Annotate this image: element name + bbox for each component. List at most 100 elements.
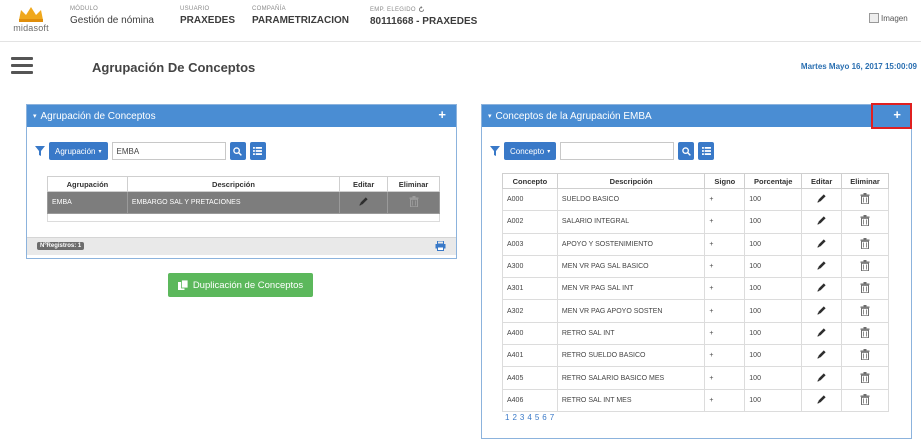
trash-icon[interactable] <box>860 193 870 205</box>
delete-cell <box>841 366 889 390</box>
page-link[interactable]: 1 <box>505 413 509 422</box>
pencil-icon[interactable] <box>816 349 827 360</box>
descripcion-cell: MEN VR PAG SAL INT <box>556 277 706 301</box>
concepto-filter-label: Concepto <box>510 146 545 156</box>
trash-icon[interactable] <box>860 304 870 316</box>
table-row[interactable]: A400 RETRO SAL INT +100 <box>502 321 889 346</box>
delete-cell <box>841 187 889 212</box>
empleado-label: EMP. ELEGIDO <box>370 6 416 13</box>
column-header[interactable]: Signo <box>704 173 746 189</box>
refresh-icon[interactable] <box>418 6 425 13</box>
trash-icon[interactable] <box>860 371 870 383</box>
pencil-icon[interactable] <box>816 282 827 293</box>
porcentaje-cell: 100 <box>744 321 803 346</box>
page-link[interactable]: 2 <box>512 413 516 422</box>
brand-name: midasoft <box>13 23 49 33</box>
table-row[interactable]: A302 MEN VR PAG APOYO SOSTEN +100 <box>502 299 889 323</box>
delete-cell <box>841 321 889 346</box>
edit-cell <box>801 187 843 212</box>
agrupacion-filter-dropdown[interactable]: Agrupación ▾ <box>49 142 108 160</box>
conceptos-panel-header[interactable]: ▾ Conceptos de la Agrupación EMBA + <box>482 105 911 127</box>
delete-cell <box>387 191 440 214</box>
agrupacion-search-button[interactable] <box>229 142 246 160</box>
column-header[interactable]: Descripción <box>556 173 706 189</box>
table-row-empty <box>47 213 440 222</box>
pencil-icon[interactable] <box>816 260 827 271</box>
agrupacion-panel-header[interactable]: ▾ Agrupación de Conceptos + <box>27 105 456 127</box>
dropdown-caret-icon: ▾ <box>547 148 551 155</box>
table-row[interactable]: A300 MEN VR PAG SAL BASICO +100 <box>502 254 889 279</box>
trash-icon[interactable] <box>860 260 870 272</box>
delete-cell <box>841 299 889 323</box>
pencil-icon[interactable] <box>816 327 827 338</box>
table-row[interactable]: A401 RETRO SUELDO BASICO +100 <box>502 344 889 368</box>
signo-cell: + <box>704 254 746 279</box>
hamburger-icon[interactable] <box>11 57 33 75</box>
page-link[interactable]: 4 <box>527 413 531 422</box>
pencil-icon[interactable] <box>816 193 827 204</box>
trash-icon[interactable] <box>860 282 870 294</box>
page-title: Agrupación De Conceptos <box>92 60 256 75</box>
porcentaje-cell: 100 <box>744 187 803 212</box>
descripcion-cell: APOYO Y SOSTENIMIENTO <box>556 232 706 256</box>
table-row[interactable]: A003 APOYO Y SOSTENIMIENTO +100 <box>502 232 889 256</box>
print-icon[interactable] <box>435 241 446 251</box>
trash-icon[interactable] <box>860 349 870 361</box>
column-header[interactable]: Descripción <box>126 176 341 192</box>
table-row[interactable]: A406 RETRO SAL INT MES +100 <box>502 388 889 412</box>
collapse-caret-icon[interactable]: ▾ <box>33 112 37 120</box>
concepto-cell: A301 <box>502 277 558 301</box>
trash-icon[interactable] <box>860 393 870 406</box>
edit-cell <box>339 191 389 214</box>
concepto-cell: A405 <box>502 366 558 390</box>
descripcion-cell: SALARIO INTEGRAL <box>556 210 706 234</box>
pencil-icon[interactable] <box>358 196 369 207</box>
conceptos-panel: ▾ Conceptos de la Agrupación EMBA + Conc… <box>481 103 912 439</box>
concepto-search-input[interactable] <box>560 142 675 160</box>
table-row[interactable]: A002 SALARIO INTEGRAL +100 <box>502 210 889 234</box>
page-link[interactable]: 6 <box>542 413 546 422</box>
compania-value: PARAMETRIZACION <box>252 15 350 26</box>
edit-cell <box>801 344 843 368</box>
table-row[interactable]: A405 RETRO SALARIO BASICO MES +100 <box>502 366 889 390</box>
porcentaje-cell: 100 <box>744 299 803 323</box>
table-row[interactable]: EMBA EMBARGO SAL Y PRETACIONES <box>47 191 440 214</box>
pencil-icon[interactable] <box>816 215 827 226</box>
duplicate-concepts-button[interactable]: Duplicación de Conceptos <box>168 273 313 297</box>
page-link[interactable]: 5 <box>535 413 539 422</box>
table-row[interactable]: A301 MEN VR PAG SAL INT +100 <box>502 277 889 301</box>
agrupacion-search-input[interactable] <box>111 142 226 160</box>
column-header[interactable]: Concepto <box>502 173 558 189</box>
funnel-icon <box>490 146 500 156</box>
porcentaje-cell: 100 <box>744 232 803 256</box>
trash-icon[interactable] <box>860 237 870 250</box>
concepto-filter-dropdown[interactable]: Concepto ▾ <box>504 142 557 160</box>
concepto-cell: A000 <box>502 187 558 212</box>
pencil-icon[interactable] <box>816 394 827 405</box>
porcentaje-cell: 100 <box>744 366 803 390</box>
agrupacion-list-button[interactable] <box>249 142 266 160</box>
midasoft-logo[interactable]: midasoft <box>6 6 56 40</box>
modulo-value: Gestión de nómina <box>70 15 154 26</box>
page-link[interactable]: 7 <box>550 413 554 422</box>
concepto-list-button[interactable] <box>698 142 715 160</box>
add-agrupacion-plus-icon[interactable]: + <box>438 108 446 122</box>
column-header[interactable]: Porcentaje <box>744 173 803 189</box>
pagination: 1234567 <box>505 413 554 422</box>
page-link[interactable]: 3 <box>520 413 524 422</box>
collapse-caret-icon[interactable]: ▾ <box>488 112 492 120</box>
trash-icon[interactable] <box>860 326 870 339</box>
pencil-icon[interactable] <box>816 372 827 383</box>
column-header[interactable]: Agrupación <box>47 176 128 192</box>
agrupacion-panel-title: Agrupación de Conceptos <box>40 110 156 122</box>
trash-icon[interactable] <box>409 196 419 208</box>
concepto-cell: A300 <box>502 254 558 279</box>
column-header: Eliminar <box>387 176 440 192</box>
table-header-row: Concepto Descripción Signo Porcentaje Ed… <box>502 173 889 189</box>
pencil-icon[interactable] <box>816 305 827 316</box>
concepto-search-button[interactable] <box>678 142 695 160</box>
table-row[interactable]: A000 SUELDO BASICO +100 <box>502 187 889 212</box>
trash-icon[interactable] <box>860 215 870 227</box>
pencil-icon[interactable] <box>816 238 827 249</box>
current-datetime: Martes Mayo 16, 2017 15:00:09 <box>800 62 917 71</box>
